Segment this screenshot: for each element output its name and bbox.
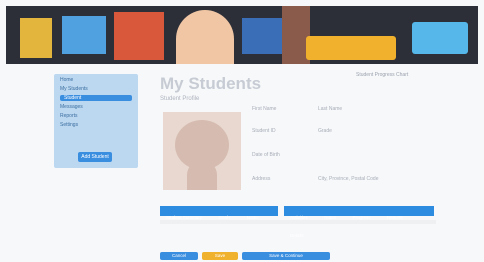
- tab-details[interactable]: Details: [284, 231, 310, 241]
- page-title: My Students: [160, 74, 262, 93]
- page-subtitle: Student Profile: [160, 96, 200, 102]
- field-label: Address: [252, 176, 271, 182]
- banner-shape: [412, 22, 468, 54]
- banner-shape: [114, 12, 164, 60]
- sidebar-item-reports[interactable]: Reports: [60, 113, 132, 119]
- field-value: City, Province, Postal Code: [318, 176, 379, 182]
- sidebar-item-home[interactable]: Home: [60, 77, 132, 83]
- field-value: Grade: [318, 128, 332, 134]
- field-value: Last Name: [318, 106, 343, 112]
- banner-shape: [306, 36, 396, 60]
- field-label: Student ID: [252, 128, 276, 134]
- tabs-left: Student Summary Goals Notes: [160, 206, 278, 220]
- cancel-button[interactable]: Cancel: [160, 252, 198, 260]
- banner-shape: [20, 18, 52, 58]
- save-continue-button[interactable]: Save & Continue: [242, 252, 330, 260]
- table-row: [160, 220, 436, 224]
- tabs-right: Activities Notes Progress Reports Detail…: [284, 206, 434, 238]
- sidebar: Home My Students Student Messages Report…: [54, 74, 138, 168]
- sidebar-item-student[interactable]: Student: [60, 95, 132, 101]
- avatar-neck: [187, 160, 217, 190]
- sidebar-item-my-students[interactable]: My Students: [60, 86, 132, 92]
- avatar: [163, 112, 241, 190]
- sidebar-item-settings[interactable]: Settings: [60, 122, 132, 128]
- sidebar-button[interactable]: Add Student: [78, 152, 112, 162]
- field-label: Date of Birth: [252, 152, 280, 158]
- banner-shape: [176, 10, 234, 64]
- save-button[interactable]: Save: [202, 252, 238, 260]
- banner-shape: [62, 16, 106, 54]
- field-label: First Name: [252, 106, 277, 112]
- header-banner: [6, 6, 478, 64]
- top-right-link[interactable]: Student Progress Chart: [356, 72, 408, 78]
- banner-shape: [242, 18, 282, 54]
- sidebar-item-messages[interactable]: Messages: [60, 104, 132, 110]
